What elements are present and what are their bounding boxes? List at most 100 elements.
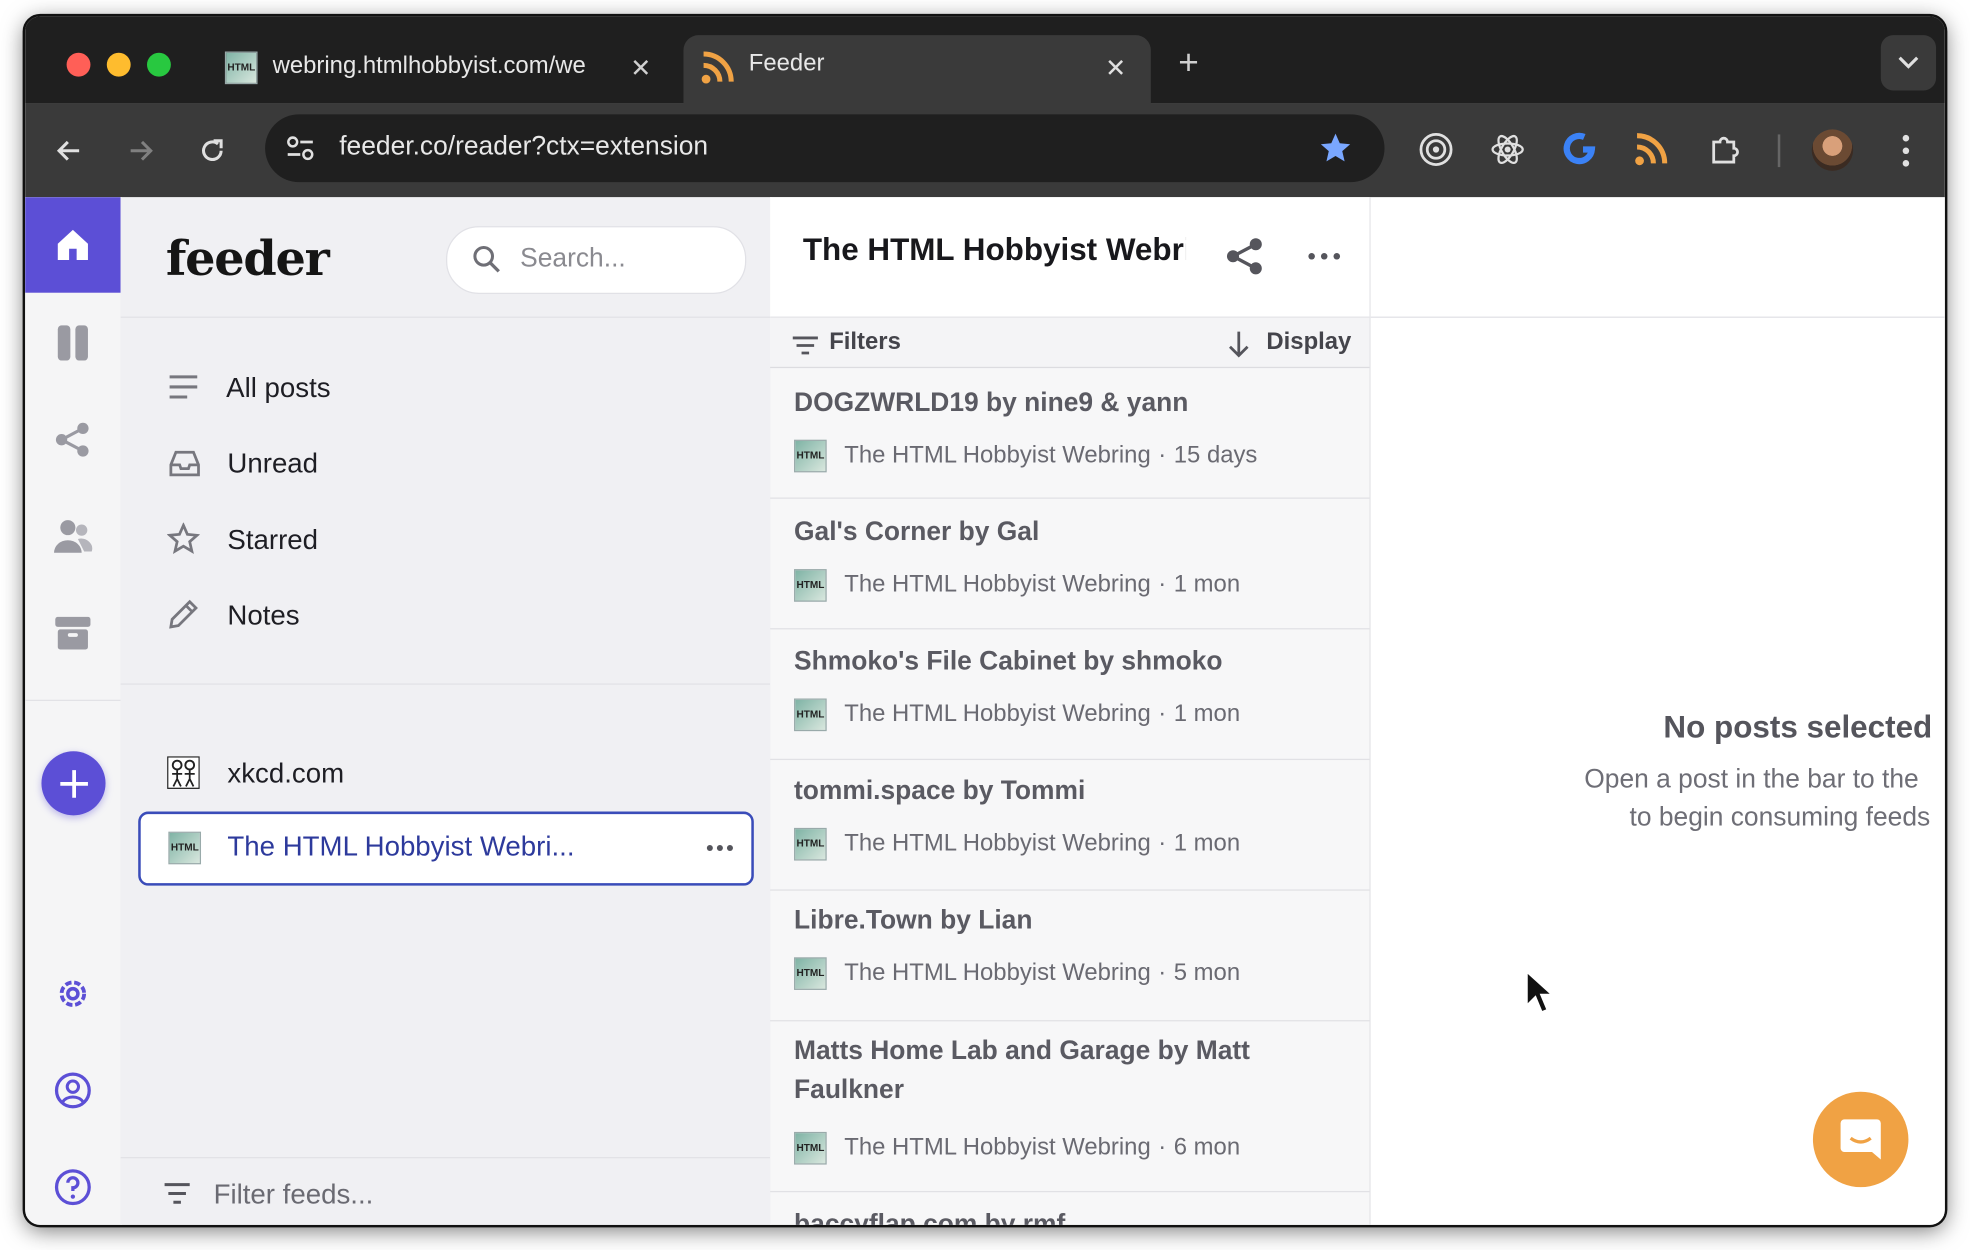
inbox-icon xyxy=(169,450,200,477)
html-hobbyist-favicon-icon xyxy=(224,51,258,85)
blue-swirl-extension-icon[interactable] xyxy=(1562,132,1597,167)
post-item[interactable]: Gal's Corner by Gal The HTML Hobbyist We… xyxy=(770,499,1370,630)
plus-icon xyxy=(59,769,88,798)
minimize-window-button[interactable] xyxy=(106,52,131,77)
html-hobbyist-favicon-icon xyxy=(794,698,827,732)
display-button[interactable]: Display xyxy=(1225,327,1351,362)
feed-label: The HTML Hobbyist Webri... xyxy=(227,830,575,862)
post-title: baccyflap.com by rmf xyxy=(794,1209,1066,1225)
html-hobbyist-favicon-icon xyxy=(794,569,827,602)
filter-icon xyxy=(792,336,818,355)
close-tab-icon[interactable]: ✕ xyxy=(1098,50,1133,85)
tab-title: Feeder xyxy=(748,50,825,77)
puzzle-extensions-icon[interactable] xyxy=(1707,132,1742,167)
close-tab-icon[interactable]: ✕ xyxy=(623,50,658,85)
address-bar[interactable]: feeder.co/reader?ctx=extension xyxy=(265,114,1385,183)
nav-starred[interactable]: Starred xyxy=(166,516,744,566)
post-meta: The HTML Hobbyist Webring · 15 days xyxy=(794,439,1258,473)
nav-unread[interactable]: Unread xyxy=(166,440,744,490)
back-arrow-icon[interactable] xyxy=(50,132,88,170)
tab-webring[interactable]: webring.htmlhobbyist.com/we ✕ xyxy=(211,36,678,99)
empty-state-title: No posts selected xyxy=(1663,709,1933,745)
html-hobbyist-favicon-icon xyxy=(794,827,827,861)
post-title: Gal's Corner by Gal xyxy=(794,517,1040,547)
chat-bubble-icon xyxy=(1840,1119,1881,1160)
maximize-window-button[interactable] xyxy=(146,52,171,77)
close-window-button[interactable] xyxy=(66,52,91,77)
tab-search-chevron-down-icon[interactable] xyxy=(1880,35,1937,91)
feed-item-xkcd[interactable]: xkcd.com xyxy=(166,750,744,800)
mouse-cursor-icon xyxy=(1525,968,1557,1015)
forward-arrow-icon[interactable] xyxy=(122,132,160,170)
feed-options-more-icon[interactable] xyxy=(1308,253,1341,261)
new-tab-icon[interactable]: + xyxy=(1170,43,1208,82)
bookmark-star-icon[interactable] xyxy=(1318,131,1353,166)
filter-feeds-placeholder: Filter feeds... xyxy=(213,1178,374,1210)
nav-label: Starred xyxy=(227,523,319,556)
account-icon[interactable] xyxy=(25,1043,120,1138)
list-icon xyxy=(169,375,198,399)
home-icon[interactable] xyxy=(25,197,121,293)
post-meta: The HTML Hobbyist Webring · 5 mon xyxy=(794,957,1240,990)
post-age: 15 days xyxy=(1173,442,1258,469)
add-feed-button[interactable] xyxy=(41,751,106,816)
post-source: The HTML Hobbyist Webring xyxy=(844,830,1151,857)
star-icon xyxy=(167,522,200,554)
nav-notes[interactable]: Notes xyxy=(166,592,744,642)
toolbar-divider xyxy=(1777,134,1781,168)
post-age: 1 mon xyxy=(1173,571,1241,598)
sidebar-header-divider xyxy=(120,316,771,318)
react-devtools-icon[interactable] xyxy=(1490,132,1525,167)
post-meta: The HTML Hobbyist Webring · 1 mon xyxy=(794,827,1241,861)
filter-icon xyxy=(164,1183,190,1204)
settings-gear-icon[interactable] xyxy=(25,946,120,1041)
pencil-icon xyxy=(169,599,198,629)
nav-label: Unread xyxy=(227,447,319,479)
site-settings-icon[interactable] xyxy=(285,134,315,162)
post-age: 6 mon xyxy=(1173,1134,1241,1161)
post-source: The HTML Hobbyist Webring xyxy=(844,959,1151,987)
share-icon[interactable] xyxy=(25,392,120,487)
empty-state-message: Open a post in the bar to the to begin c… xyxy=(1583,761,1945,844)
target-extension-icon[interactable] xyxy=(1418,132,1453,167)
nav-label: Notes xyxy=(227,599,300,631)
post-item[interactable]: Matts Home Lab and Garage by Matt Faulkn… xyxy=(770,1021,1370,1193)
post-item[interactable]: DOGZWRLD19 by nine9 & yann The HTML Hobb… xyxy=(770,368,1370,499)
post-meta: The HTML Hobbyist Webring · 6 mon xyxy=(794,1131,1241,1165)
search-icon xyxy=(473,245,500,273)
tab-feeder[interactable]: Feeder ✕ xyxy=(683,35,1151,105)
empty-state-line: to begin consuming feeds xyxy=(1629,802,1931,832)
team-icon[interactable] xyxy=(25,489,120,584)
post-item[interactable]: baccyflap.com by rmf xyxy=(770,1192,1369,1225)
url-text: feeder.co/reader?ctx=extension xyxy=(339,131,709,161)
rss-extension-icon[interactable] xyxy=(1633,132,1668,167)
feed-title: The HTML Hobbyist Webrir xyxy=(802,232,1187,268)
post-meta: The HTML Hobbyist Webring · 1 mon xyxy=(794,698,1240,732)
share-feed-icon[interactable] xyxy=(1225,236,1265,276)
columns-view-icon[interactable] xyxy=(25,295,120,390)
chat-support-button[interactable] xyxy=(1812,1091,1909,1188)
post-title: Shmoko's File Cabinet by shmoko xyxy=(794,646,1223,676)
feed-item-html-hobbyist[interactable]: The HTML Hobbyist Webri... xyxy=(138,811,754,886)
feed-more-options-icon[interactable] xyxy=(706,844,734,852)
archive-icon[interactable] xyxy=(25,585,120,680)
help-icon[interactable] xyxy=(25,1139,120,1224)
nav-label: All posts xyxy=(226,371,331,404)
post-item[interactable]: Libre.Town by Lian The HTML Hobbyist Web… xyxy=(770,891,1370,1022)
reload-icon[interactable] xyxy=(193,132,231,170)
browser-menu-icon[interactable] xyxy=(1888,132,1923,170)
display-label: Display xyxy=(1266,329,1352,356)
feeder-logo[interactable]: feeder xyxy=(166,230,330,287)
search-input[interactable]: Search... xyxy=(446,226,747,294)
html-hobbyist-favicon-icon xyxy=(794,439,827,473)
filter-feeds-input[interactable]: Filter feeds... xyxy=(158,1170,748,1220)
post-item[interactable]: tommi.space by Tommi The HTML Hobbyist W… xyxy=(770,760,1370,891)
post-title: Matts Home Lab and Garage by Matt Faulkn… xyxy=(794,1036,1250,1105)
profile-avatar[interactable] xyxy=(1811,129,1854,171)
post-item[interactable]: Shmoko's File Cabinet by shmoko The HTML… xyxy=(770,629,1370,761)
post-age: 5 mon xyxy=(1173,959,1241,987)
nav-all-posts[interactable]: All posts xyxy=(166,364,744,414)
post-title: DOGZWRLD19 by nine9 & yann xyxy=(794,388,1189,418)
post-age: 1 mon xyxy=(1173,830,1241,857)
sidebar-section-divider xyxy=(120,683,771,685)
